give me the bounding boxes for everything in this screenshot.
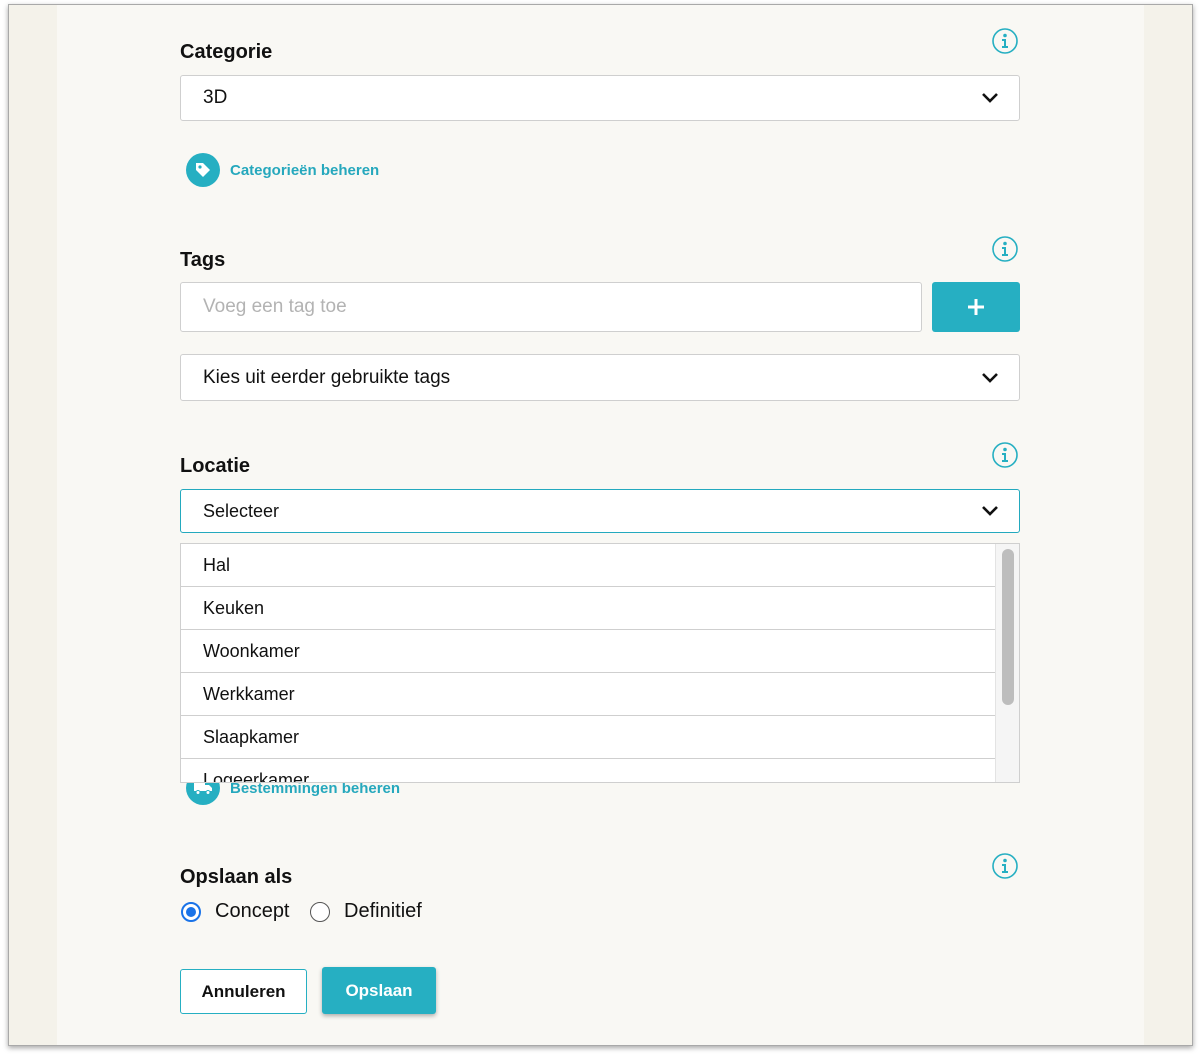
location-select[interactable]: Selecteer	[180, 489, 1020, 533]
radio-definitief-label: Definitief	[344, 900, 422, 922]
location-label: Locatie	[180, 455, 251, 477]
list-item[interactable]: Woonkamer	[181, 630, 995, 673]
manage-categories-label: Categorieën beheren	[230, 161, 380, 179]
chevron-down-icon	[982, 93, 998, 103]
info-icon[interactable]	[992, 236, 1018, 262]
previous-tags-value: Kies uit eerder gebruikte tags	[203, 366, 451, 388]
plus-icon	[968, 299, 984, 315]
list-item-label: Hal	[203, 554, 231, 575]
add-tag-button[interactable]	[932, 282, 1020, 332]
info-icon[interactable]	[992, 28, 1018, 54]
scrollbar-thumb[interactable]	[1002, 549, 1014, 705]
list-item-label: Keuken	[203, 597, 265, 618]
save-as-label: Opslaan als	[180, 866, 293, 888]
radio-concept-label: Concept	[215, 900, 290, 922]
list-item-label: Woonkamer	[203, 640, 300, 661]
app-window: Categorie 3D Categorieën beheren Tags Vo…	[8, 4, 1193, 1046]
category-label: Categorie	[180, 41, 273, 63]
chevron-down-icon	[982, 372, 998, 383]
info-icon[interactable]	[992, 853, 1018, 879]
radio-button[interactable]	[310, 901, 330, 922]
location-dropdown-list: Hal Keuken Woonkamer Werkkamer Slaapkame…	[180, 543, 1020, 783]
list-item[interactable]: Werkkamer	[181, 673, 995, 716]
save-button[interactable]: Opslaan	[322, 967, 436, 1014]
list-item[interactable]: Slaapkamer	[181, 716, 995, 759]
category-selected-value: 3D	[203, 87, 228, 108]
tags-label: Tags	[180, 249, 226, 271]
location-selected-value: Selecteer	[203, 500, 280, 521]
cancel-button[interactable]: Annuleren	[180, 969, 307, 1014]
form-panel: Categorie 3D Categorieën beheren Tags Vo…	[57, 5, 1144, 1045]
scrollbar[interactable]	[995, 544, 1019, 782]
radio-button-checked[interactable]	[181, 901, 201, 922]
tag-input-placeholder: Voeg een tag toe	[203, 296, 347, 317]
category-select[interactable]: 3D	[180, 75, 1020, 121]
list-item[interactable]: Logeerkamer	[181, 759, 995, 783]
previous-tags-select[interactable]: Kies uit eerder gebruikte tags	[180, 354, 1020, 401]
list-item-label: Logeerkamer	[203, 769, 310, 783]
manage-categories-link[interactable]: Categorieën beheren	[186, 153, 379, 187]
tag-icon	[186, 153, 220, 187]
list-item-label: Slaapkamer	[203, 726, 300, 747]
tag-input[interactable]: Voeg een tag toe	[180, 282, 922, 332]
chevron-down-icon	[982, 506, 998, 516]
list-item[interactable]: Hal	[181, 544, 995, 587]
radio-definitief[interactable]: Definitief	[310, 900, 422, 923]
info-icon[interactable]	[992, 442, 1018, 468]
radio-concept[interactable]: Concept	[181, 900, 290, 923]
list-item-label: Werkkamer	[203, 683, 295, 704]
list-item[interactable]: Keuken	[181, 587, 995, 630]
